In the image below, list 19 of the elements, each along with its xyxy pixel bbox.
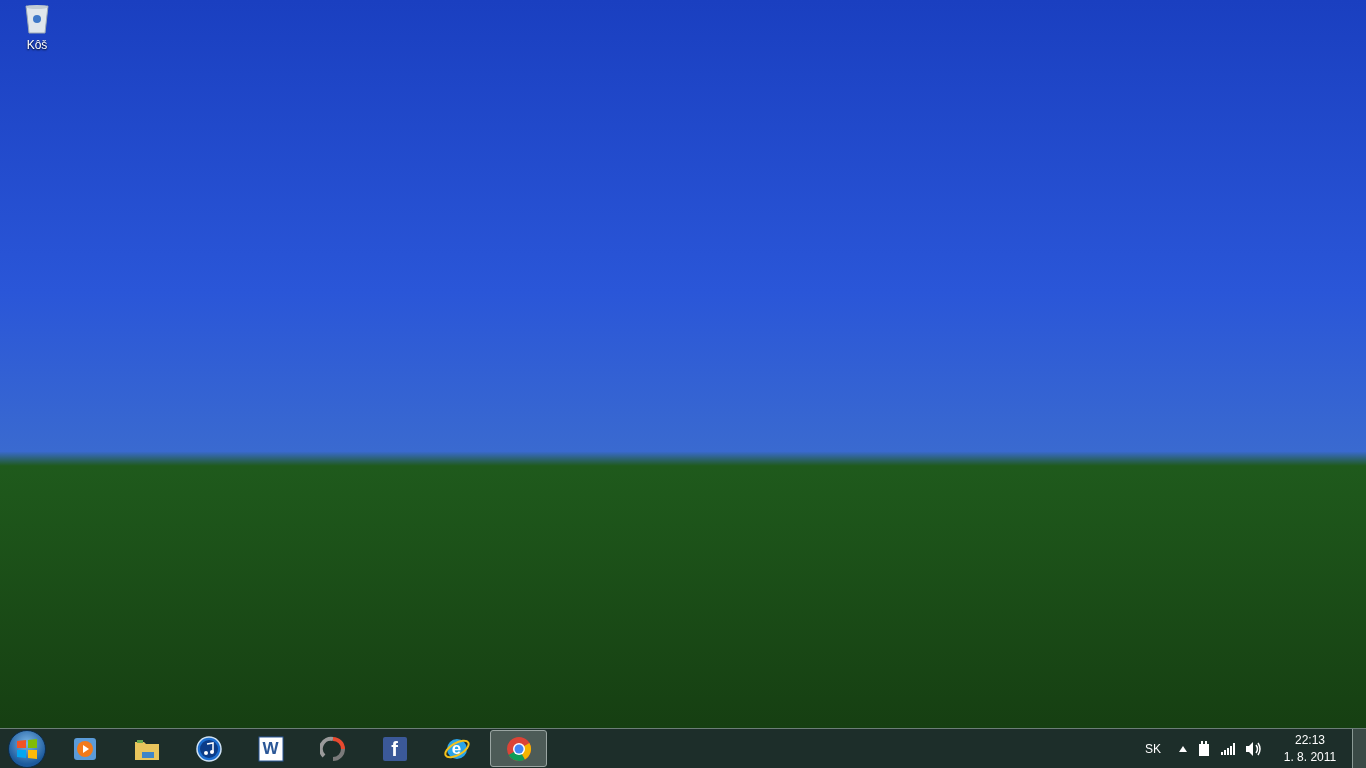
word-icon: W	[257, 735, 284, 762]
start-button[interactable]	[8, 729, 46, 768]
clock-date: 1. 8. 2011	[1283, 748, 1337, 766]
recycle-bin-icon[interactable]	[25, 4, 49, 34]
language-indicator[interactable]: SK	[1145, 739, 1161, 758]
media-player-icon	[71, 735, 98, 762]
clock-time: 22:13	[1295, 731, 1325, 749]
desktop-icon-label[interactable]: Kôš	[26, 36, 48, 54]
show-hidden-icons-icon[interactable]	[1179, 745, 1187, 752]
show-desktop-button[interactable]	[1352, 729, 1366, 768]
signal-bars-icon[interactable]	[1221, 742, 1236, 755]
taskbar-button[interactable]: f	[366, 730, 423, 767]
taskbar-button[interactable]	[490, 730, 547, 767]
windows-logo-icon	[16, 737, 38, 760]
speaker-icon[interactable]	[1246, 741, 1262, 756]
power-plug-icon[interactable]	[1197, 740, 1211, 757]
facebook-icon: f	[381, 735, 408, 762]
clock[interactable]: 22:13 1. 8. 2011	[1276, 731, 1344, 766]
taskbar-button[interactable]: W	[242, 730, 299, 767]
